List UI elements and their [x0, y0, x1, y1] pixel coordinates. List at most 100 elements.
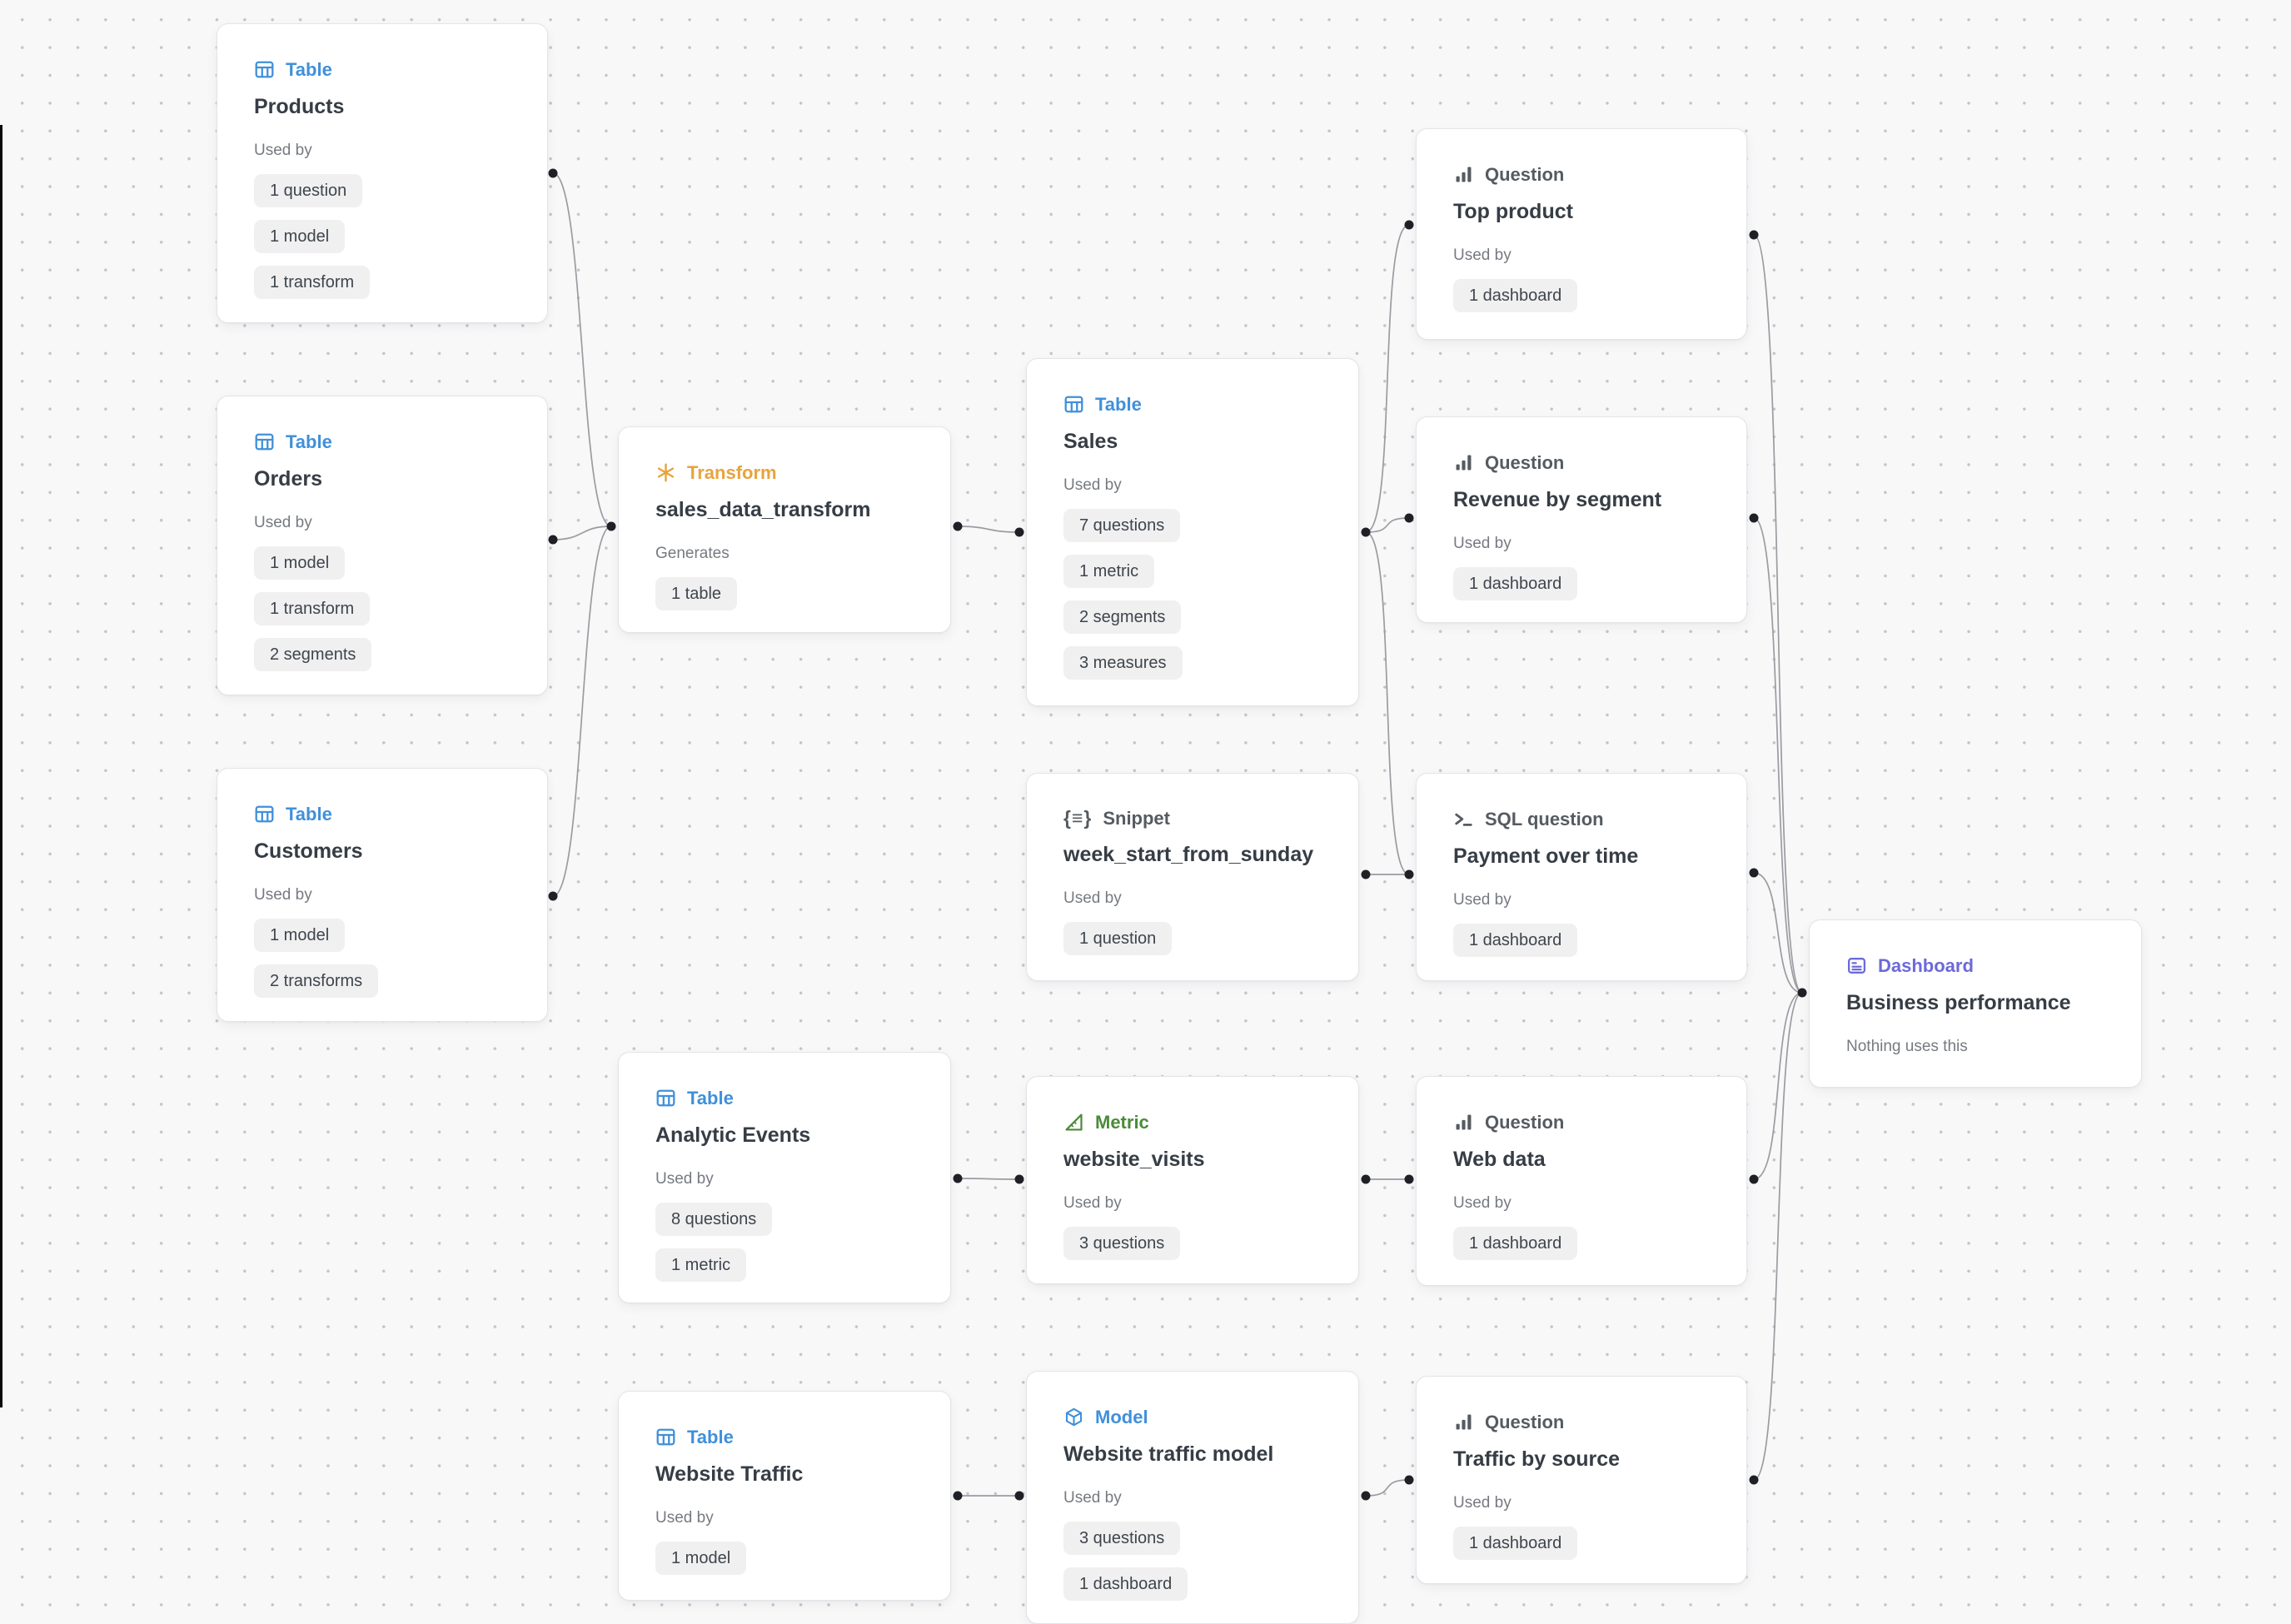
card-section-label: Used by: [1453, 1495, 1710, 1511]
lineage-card-revenue[interactable]: QuestionRevenue by segmentUsed by1 dashb…: [1416, 416, 1747, 623]
card-type-label: Table: [286, 61, 332, 79]
lineage-card-web_data[interactable]: QuestionWeb dataUsed by1 dashboard: [1416, 1076, 1747, 1286]
usage-chip[interactable]: 3 questions: [1063, 1522, 1180, 1555]
edge-top_product-dashboard: [1754, 235, 1802, 993]
usage-chip[interactable]: 1 model: [254, 546, 345, 580]
card-type-label: Question: [1485, 166, 1564, 184]
card-section-label: Used by: [1063, 1490, 1322, 1506]
edge-analytic-website_visits: [958, 1178, 1019, 1179]
card-title: website_visits: [1063, 1148, 1322, 1172]
card-type-label: Table: [1095, 396, 1142, 414]
lineage-card-sales[interactable]: TableSalesUsed by7 questions1 metric2 se…: [1026, 358, 1359, 706]
port-dot: [549, 169, 558, 178]
port-dot: [607, 522, 616, 531]
card-type-label: Metric: [1095, 1113, 1149, 1132]
table-icon: [655, 1427, 676, 1447]
usage-chip[interactable]: 1 transform: [254, 592, 370, 625]
lineage-card-products[interactable]: TableProductsUsed by1 question1 model1 t…: [217, 23, 548, 323]
card-type-badge: Question: [1453, 1112, 1710, 1133]
edge-products-transform: [553, 173, 611, 526]
transform-icon: [655, 462, 676, 483]
card-title: Payment over time: [1453, 844, 1710, 869]
usage-chip[interactable]: 1 model: [254, 919, 345, 952]
question-icon: [1453, 1112, 1474, 1133]
port-dot: [1750, 1476, 1759, 1485]
usage-chip[interactable]: 2 segments: [254, 638, 371, 671]
lineage-card-transform[interactable]: Transformsales_data_transformGenerates1 …: [618, 426, 951, 633]
card-type-badge: SQL question: [1453, 809, 1710, 829]
usage-chip[interactable]: 1 metric: [655, 1248, 746, 1282]
lineage-card-website_visits[interactable]: Metric website_visits Used by 3 questions: [1026, 1076, 1359, 1284]
port-dot: [1750, 231, 1759, 240]
lineage-card-snippet[interactable]: {≡}Snippetweek_start_from_sundayUsed by1…: [1026, 773, 1359, 981]
port-dot: [1750, 514, 1759, 523]
usage-chip[interactable]: 7 questions: [1063, 509, 1180, 542]
usage-chip[interactable]: 3 measures: [1063, 646, 1183, 680]
lineage-card-model[interactable]: ModelWebsite traffic modelUsed by3 quest…: [1026, 1371, 1359, 1624]
table-icon: [254, 804, 275, 824]
card-section-label: Used by: [1063, 890, 1322, 906]
port-dot: [549, 536, 558, 545]
card-section-label: Generates: [655, 545, 914, 561]
usage-chip[interactable]: 8 questions: [655, 1203, 772, 1236]
usage-chip[interactable]: 2 transforms: [254, 964, 378, 998]
usage-chip[interactable]: 1 dashboard: [1453, 279, 1577, 312]
usage-chip[interactable]: 1 dashboard: [1063, 1567, 1188, 1601]
edge-customers-transform: [553, 526, 611, 896]
port-dot: [1362, 1175, 1371, 1184]
card-type-label: Transform: [687, 464, 777, 482]
table-icon: [254, 59, 275, 80]
lineage-card-traffic_by_source[interactable]: Question Traffic by source Used by 1 dashbo…: [1416, 1376, 1747, 1584]
lineage-card-analytic[interactable]: TableAnalytic EventsUsed by8 questions1 …: [618, 1052, 951, 1303]
edge-sales-payment: [1366, 532, 1409, 874]
sql-icon: [1453, 809, 1474, 829]
edge-sales-top_product: [1366, 225, 1409, 532]
port-dot: [1405, 1476, 1414, 1485]
usage-chip[interactable]: 1 model: [254, 220, 345, 253]
usage-chip[interactable]: 1 dashboard: [1453, 1227, 1577, 1260]
metric-icon: [1063, 1112, 1084, 1133]
usage-chip[interactable]: 3 questions: [1063, 1227, 1180, 1260]
lineage-card-dashboard[interactable]: DashboardBusiness performanceNothing use…: [1809, 919, 2142, 1088]
lineage-card-payment[interactable]: SQL question Payment over time Used by 1 da…: [1416, 773, 1747, 981]
card-section-label: Used by: [254, 887, 510, 903]
usage-chip[interactable]: 1 table: [655, 577, 737, 610]
model-icon: [1063, 1407, 1084, 1427]
usage-chip[interactable]: 2 segments: [1063, 600, 1181, 634]
usage-chip[interactable]: 1 transform: [254, 266, 370, 299]
lineage-card-orders[interactable]: TableOrdersUsed by1 model1 transform2 se…: [217, 396, 548, 695]
card-title: week_start_from_sunday: [1063, 843, 1322, 867]
card-type-badge: Table: [254, 59, 510, 80]
card-title: Traffic by source: [1453, 1447, 1710, 1472]
card-type-label: Question: [1485, 1113, 1564, 1132]
edge-transform-sales: [958, 526, 1019, 532]
question-icon: [1453, 452, 1474, 473]
card-section-label: Used by: [1063, 1195, 1322, 1211]
card-type-badge: Table: [254, 431, 510, 452]
card-section-label: Used by: [1453, 892, 1710, 908]
card-type-label: Question: [1485, 1413, 1564, 1432]
lineage-canvas[interactable]: TableProductsUsed by1 question1 model1 t…: [0, 0, 2291, 1622]
window-edge-bar: [0, 125, 2, 1407]
lineage-card-customers[interactable]: TableCustomersUsed by1 model2 transforms: [217, 768, 548, 1022]
port-dot: [1015, 528, 1024, 537]
usage-chip[interactable]: 1 dashboard: [1453, 924, 1577, 957]
snippet-icon: {≡}: [1063, 809, 1092, 828]
port-dot: [549, 892, 558, 901]
card-section-label: Used by: [1453, 536, 1710, 551]
card-empty-label: Nothing uses this: [1846, 1039, 2104, 1054]
lineage-card-top_product[interactable]: QuestionTop productUsed by1 dashboard: [1416, 128, 1747, 340]
lineage-card-website_traffic[interactable]: TableWebsite TrafficUsed by1 model: [618, 1391, 951, 1601]
port-dot: [1750, 1175, 1759, 1184]
port-dot: [954, 1174, 963, 1183]
usage-chip[interactable]: 1 dashboard: [1453, 567, 1577, 600]
card-title: Analytic Events: [655, 1123, 914, 1148]
usage-chip[interactable]: 1 dashboard: [1453, 1527, 1577, 1560]
usage-chip[interactable]: 1 metric: [1063, 555, 1154, 588]
usage-chip[interactable]: 1 model: [655, 1542, 746, 1575]
usage-chip[interactable]: 1 question: [254, 174, 362, 207]
card-title: Top product: [1453, 200, 1710, 224]
port-dot: [1362, 528, 1371, 537]
card-title: Web data: [1453, 1148, 1710, 1172]
usage-chip[interactable]: 1 question: [1063, 922, 1172, 955]
